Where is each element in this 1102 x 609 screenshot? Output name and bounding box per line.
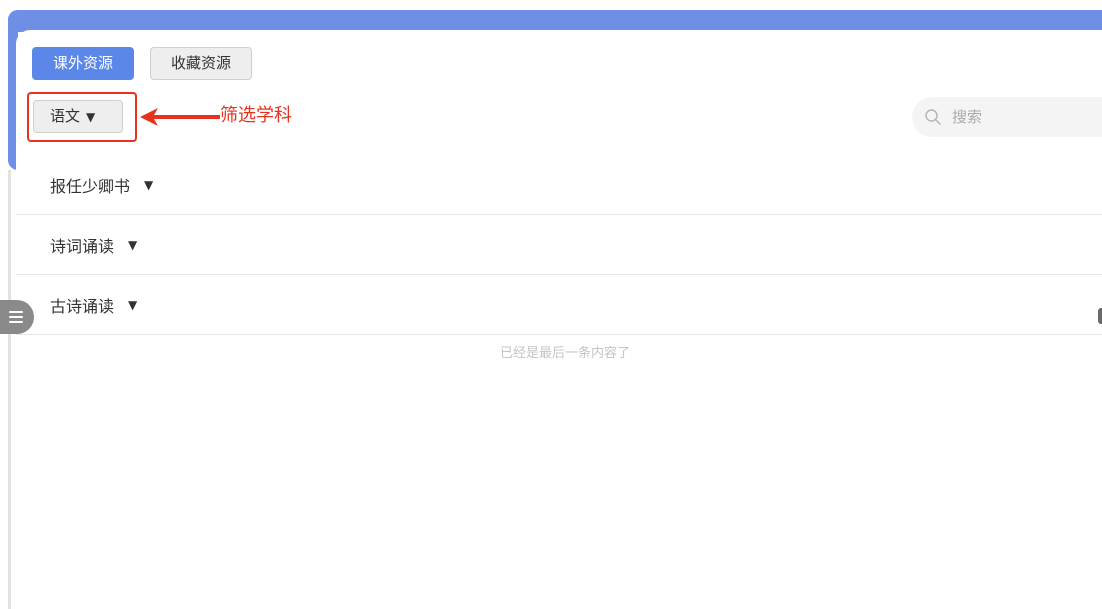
chevron-down-icon: ▼	[86, 110, 96, 124]
list-item-gushisongdu[interactable]: 古诗诵读 ▼	[16, 275, 1102, 335]
menu-icon-bar	[9, 321, 23, 323]
tab-favorite-resources[interactable]: 收藏资源	[150, 47, 252, 80]
list-item-baorenshaoqingshu[interactable]: 报任少卿书 ▼	[16, 155, 1102, 215]
menu-icon	[9, 311, 23, 313]
menu-icon-bar	[9, 316, 23, 318]
end-of-list-message: 已经是最后一条内容了	[499, 346, 630, 361]
subject-filter-dropdown[interactable]: 语文 ▼	[33, 100, 123, 133]
caret-down-icon: ▼	[128, 297, 138, 312]
search-box[interactable]	[912, 97, 1102, 137]
annotation-arrow-icon	[140, 108, 220, 126]
caret-down-icon: ▼	[128, 237, 138, 252]
list-item-shicisongdu[interactable]: 诗词诵读 ▼	[16, 215, 1102, 275]
list-item-title: 古诗诵读	[50, 296, 115, 316]
list-item-title: 报任少卿书	[50, 176, 131, 196]
resource-list: 报任少卿书 ▼ 诗词诵读 ▼ 古诗诵读 ▼	[16, 155, 1102, 335]
subject-filter-label: 语文	[50, 107, 81, 125]
header-band	[8, 10, 1102, 32]
tab-extracurricular-resources[interactable]: 课外资源	[32, 47, 134, 80]
annotation-label: 筛选学科	[220, 105, 292, 126]
left-divider	[8, 170, 11, 609]
floating-menu-button[interactable]	[0, 300, 34, 334]
search-icon	[925, 109, 941, 125]
caret-down-icon: ▼	[144, 177, 154, 192]
search-input[interactable]	[952, 106, 1092, 128]
list-item-title: 诗词诵读	[50, 236, 115, 256]
right-edge-handle[interactable]	[1098, 308, 1102, 324]
